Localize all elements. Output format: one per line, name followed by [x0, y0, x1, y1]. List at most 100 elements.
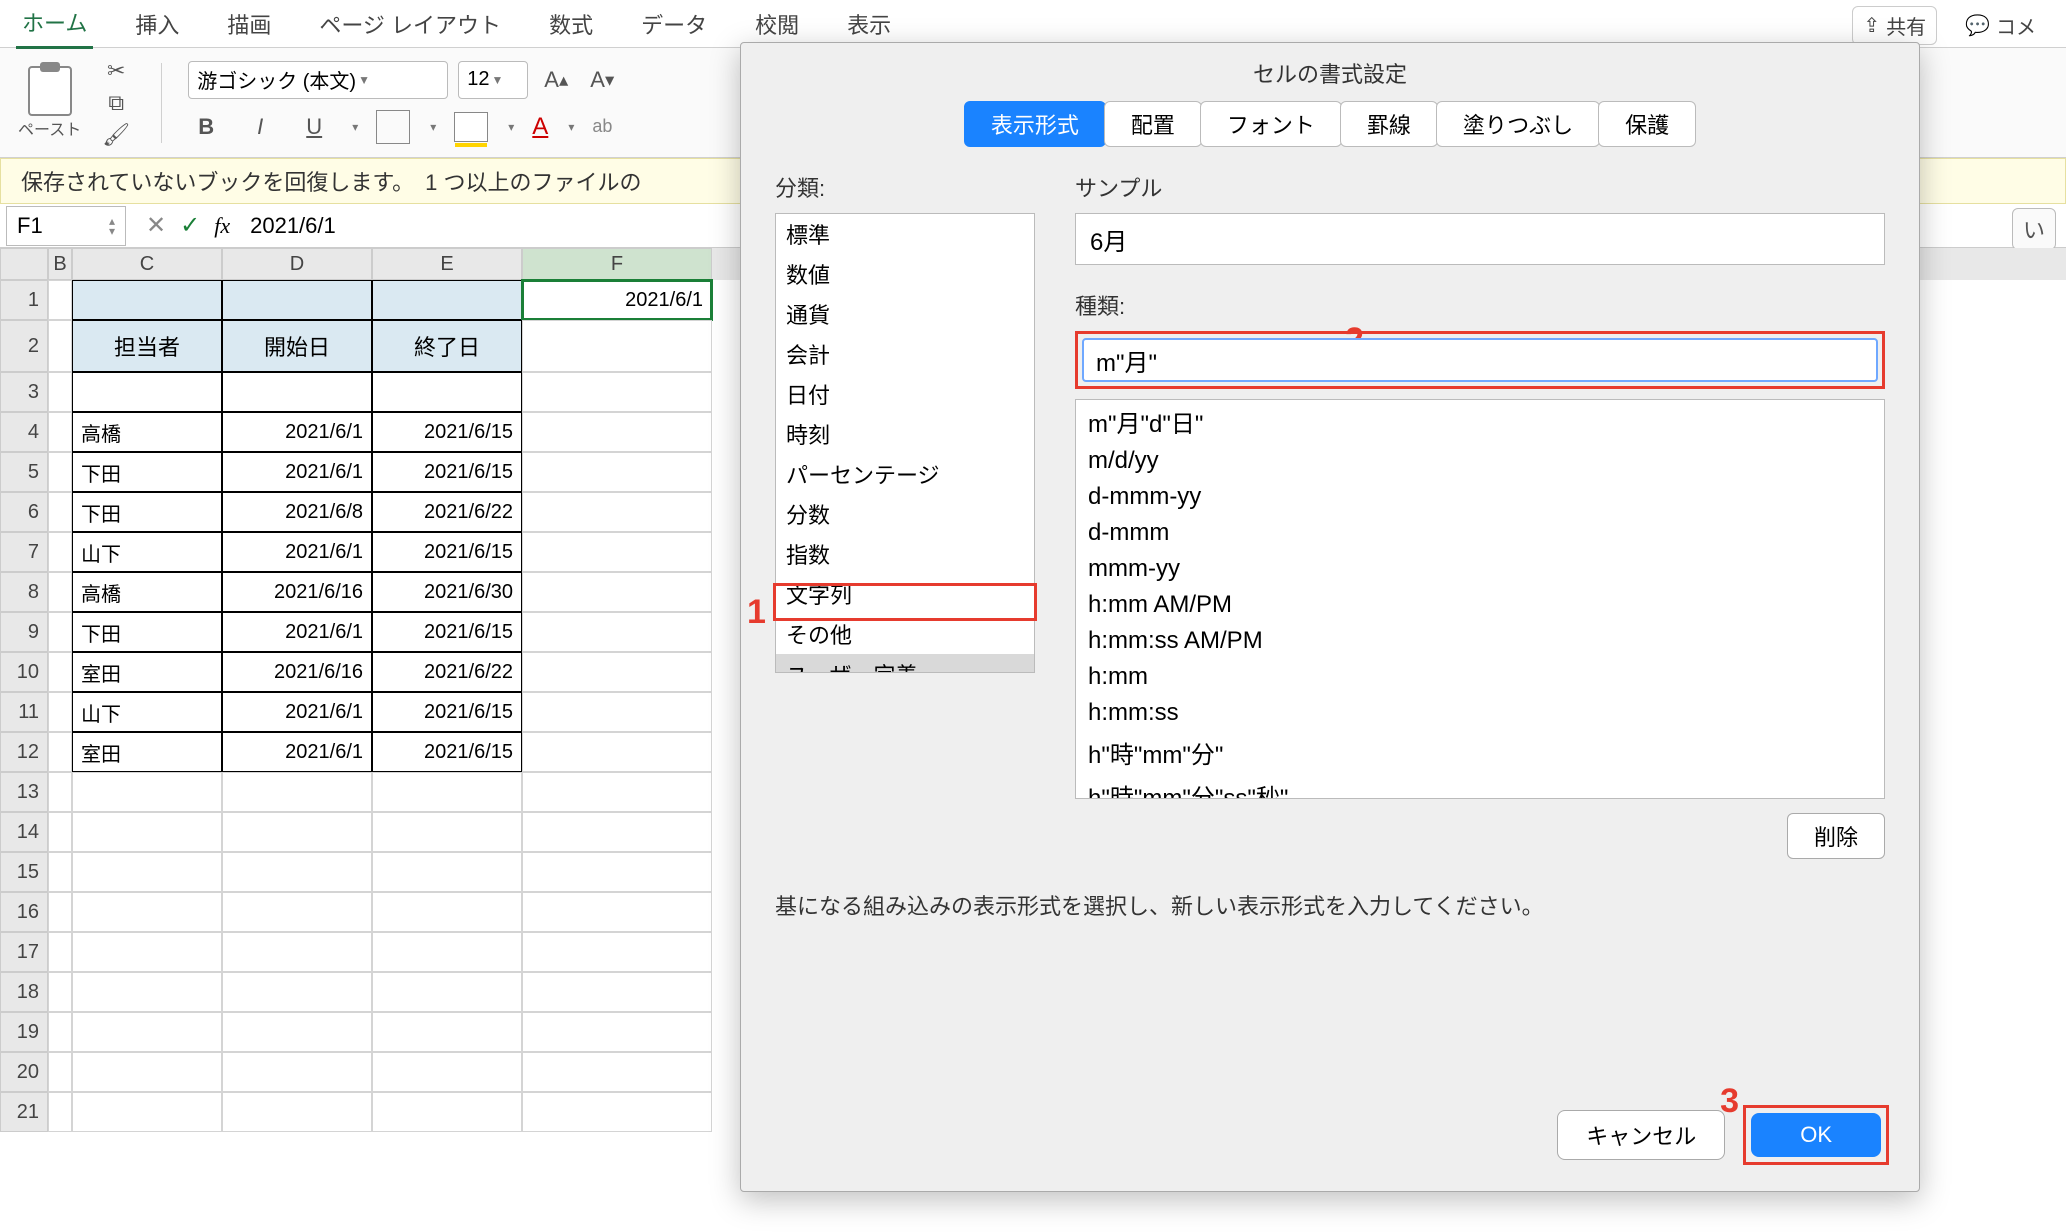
- cell[interactable]: [522, 812, 712, 852]
- chevron-down-icon[interactable]: ▾: [430, 120, 436, 134]
- category-item[interactable]: 標準: [776, 214, 1034, 254]
- cell[interactable]: [72, 372, 222, 412]
- ribbon-tab-5[interactable]: データ: [635, 0, 713, 48]
- row-header[interactable]: 12: [0, 732, 48, 772]
- cell[interactable]: [48, 812, 72, 852]
- category-list[interactable]: 標準数値通貨会計日付時刻パーセンテージ分数指数文字列その他ユーザー定義: [775, 213, 1035, 673]
- cell[interactable]: [72, 1092, 222, 1132]
- cell[interactable]: [222, 1052, 372, 1092]
- cell[interactable]: [48, 612, 72, 652]
- cell-start[interactable]: 2021/6/1: [222, 692, 372, 732]
- category-item[interactable]: 日付: [776, 374, 1034, 414]
- header-start[interactable]: 開始日: [222, 320, 372, 372]
- category-item[interactable]: 指数: [776, 534, 1034, 574]
- row-header[interactable]: 13: [0, 772, 48, 812]
- cell[interactable]: [48, 1052, 72, 1092]
- cell[interactable]: [48, 492, 72, 532]
- comment-button[interactable]: 💬 コメ: [1955, 7, 2046, 44]
- cell[interactable]: [522, 492, 712, 532]
- ribbon-tab-7[interactable]: 表示: [841, 0, 897, 48]
- cell-start[interactable]: 2021/6/1: [222, 732, 372, 772]
- font-size-select[interactable]: 12▼: [458, 61, 528, 99]
- right-pill-button[interactable]: い: [2012, 208, 2056, 250]
- category-item[interactable]: 会計: [776, 334, 1034, 374]
- cut-icon[interactable]: ✂: [97, 58, 135, 84]
- cell[interactable]: [48, 1092, 72, 1132]
- cell[interactable]: [372, 852, 522, 892]
- type-item[interactable]: h"時"mm"分": [1076, 731, 1884, 774]
- cell[interactable]: [372, 1012, 522, 1052]
- cell[interactable]: [522, 732, 712, 772]
- cell[interactable]: [522, 1052, 712, 1092]
- cell[interactable]: [48, 772, 72, 812]
- accept-formula-icon[interactable]: ✓: [180, 211, 200, 240]
- type-item[interactable]: h"時"mm"分"ss"秒": [1076, 774, 1884, 799]
- category-item[interactable]: 文字列: [776, 574, 1034, 614]
- cell[interactable]: [222, 812, 372, 852]
- cell-start[interactable]: 2021/6/1: [222, 412, 372, 452]
- type-item[interactable]: mmm-yy: [1076, 551, 1884, 587]
- cell-start[interactable]: 2021/6/1: [222, 452, 372, 492]
- ribbon-tab-4[interactable]: 数式: [543, 0, 599, 48]
- type-item[interactable]: d-mmm: [1076, 515, 1884, 551]
- cell[interactable]: [522, 852, 712, 892]
- column-header-C[interactable]: C: [72, 248, 222, 280]
- cell[interactable]: [48, 972, 72, 1012]
- cell[interactable]: [522, 972, 712, 1012]
- cell[interactable]: [72, 852, 222, 892]
- row-header[interactable]: 4: [0, 412, 48, 452]
- selected-cell[interactable]: 2021/6/1: [522, 280, 712, 320]
- delete-button[interactable]: 削除: [1787, 813, 1885, 859]
- cell[interactable]: [48, 852, 72, 892]
- cell[interactable]: [522, 372, 712, 412]
- cell[interactable]: [48, 572, 72, 612]
- cell[interactable]: [222, 1012, 372, 1052]
- category-item[interactable]: 通貨: [776, 294, 1034, 334]
- cell-assignee[interactable]: 室田: [72, 732, 222, 772]
- cell-end[interactable]: 2021/6/15: [372, 412, 522, 452]
- cell[interactable]: [48, 932, 72, 972]
- row-header[interactable]: 8: [0, 572, 48, 612]
- chevron-down-icon[interactable]: ▾: [508, 120, 514, 134]
- row-header[interactable]: 10: [0, 652, 48, 692]
- cell-end[interactable]: 2021/6/15: [372, 532, 522, 572]
- type-item[interactable]: m"月"d"日": [1076, 400, 1884, 443]
- cell[interactable]: [72, 932, 222, 972]
- cell[interactable]: [372, 932, 522, 972]
- cell[interactable]: [72, 1012, 222, 1052]
- column-header-D[interactable]: D: [222, 248, 372, 280]
- cell[interactable]: [522, 572, 712, 612]
- row-header[interactable]: 1: [0, 280, 48, 320]
- column-header-B[interactable]: B: [48, 248, 72, 280]
- cell[interactable]: [222, 932, 372, 972]
- row-header[interactable]: 6: [0, 492, 48, 532]
- cell[interactable]: [522, 412, 712, 452]
- cell[interactable]: [48, 280, 72, 320]
- cell[interactable]: [522, 532, 712, 572]
- cell[interactable]: [48, 412, 72, 452]
- row-header[interactable]: 18: [0, 972, 48, 1012]
- cell[interactable]: [72, 772, 222, 812]
- type-item[interactable]: h:mm:ss: [1076, 695, 1884, 731]
- cell[interactable]: [372, 772, 522, 812]
- borders-button[interactable]: [376, 110, 410, 144]
- cell-assignee[interactable]: 高橋: [72, 572, 222, 612]
- cell[interactable]: [372, 1092, 522, 1132]
- name-box[interactable]: F1 ▴▾: [6, 206, 126, 246]
- cell[interactable]: [72, 972, 222, 1012]
- ribbon-tab-2[interactable]: 描画: [221, 0, 277, 48]
- chevron-down-icon[interactable]: ▾: [568, 120, 574, 134]
- type-item[interactable]: h:mm AM/PM: [1076, 587, 1884, 623]
- type-item[interactable]: h:mm: [1076, 659, 1884, 695]
- grow-font-button[interactable]: A▴: [538, 62, 574, 98]
- cell-start[interactable]: 2021/6/1: [222, 612, 372, 652]
- dialog-tab-5[interactable]: 保護: [1598, 101, 1696, 147]
- cell-assignee[interactable]: 山下: [72, 692, 222, 732]
- row-header[interactable]: 7: [0, 532, 48, 572]
- blank-head[interactable]: [72, 280, 222, 320]
- ok-button[interactable]: OK: [1751, 1113, 1881, 1157]
- cell[interactable]: [522, 692, 712, 732]
- row-header[interactable]: 17: [0, 932, 48, 972]
- cell-assignee[interactable]: 室田: [72, 652, 222, 692]
- cell[interactable]: [48, 732, 72, 772]
